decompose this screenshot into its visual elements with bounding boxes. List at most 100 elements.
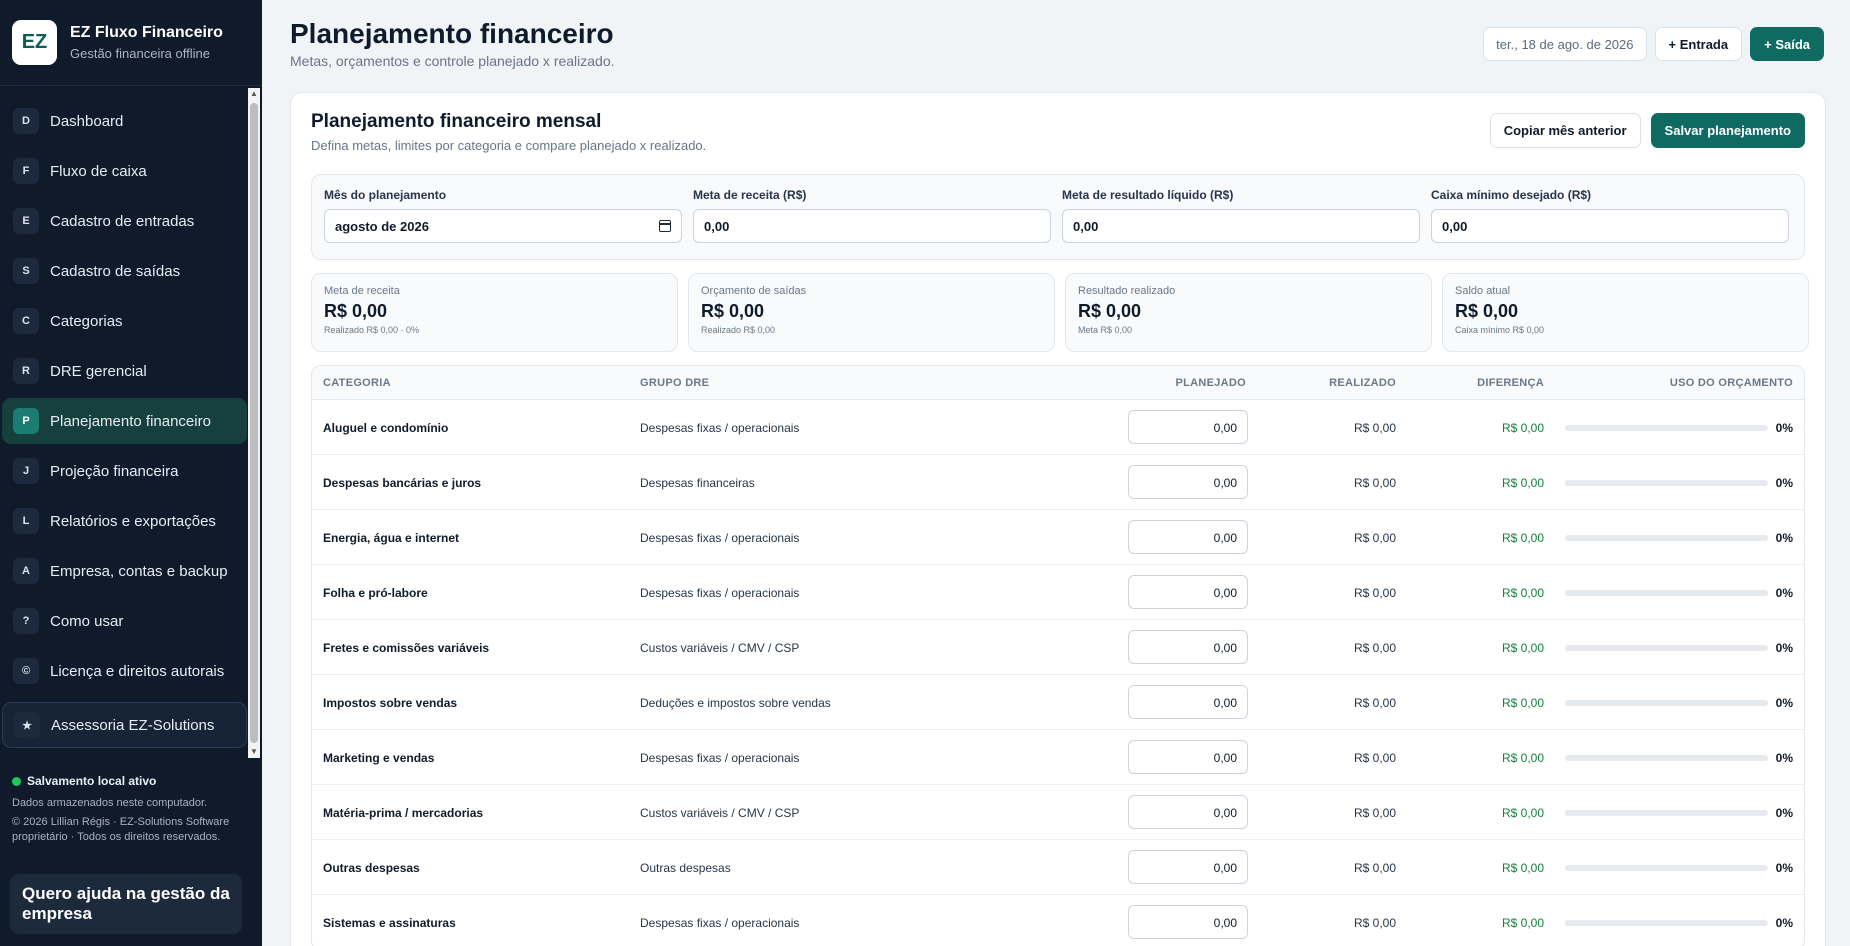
month-input[interactable]: agosto de 2026	[324, 209, 682, 243]
table-row: Folha e pró-labore Despesas fixas / opera…	[312, 565, 1804, 620]
planned-input[interactable]: 0,00	[1128, 630, 1248, 664]
sidebar-item-empresa-contas-e-backup[interactable]: A Empresa, contas e backup	[2, 548, 247, 594]
header-planned: PLANEJADO	[1175, 377, 1246, 389]
brand: EZ EZ Fluxo Financeiro Gestão financeira…	[0, 0, 262, 86]
sidebar-item-planejamento-financeiro[interactable]: P Planejamento financeiro	[2, 398, 247, 444]
sidebar-item-licenca-e-direitos-autorais[interactable]: © Licença e direitos autorais	[2, 648, 247, 694]
row-difference: R$ 0,00	[1501, 861, 1544, 875]
table-row: Marketing e vendas Despesas fixas / opera…	[312, 730, 1804, 785]
row-category: Folha e pró-labore	[323, 586, 428, 600]
row-difference: R$ 0,00	[1501, 641, 1544, 655]
header-group: GRUPO DRE	[640, 377, 710, 389]
scrollbar-thumb[interactable]	[250, 103, 258, 743]
sidebar-item-dre-gerencial[interactable]: R DRE gerencial	[2, 348, 247, 394]
budget-usage-bar	[1565, 920, 1768, 926]
sidebar-item-label: Fluxo de caixa	[50, 162, 147, 180]
sidebar-item-label: Relatórios e exportações	[50, 512, 216, 530]
sidebar-item-dashboard[interactable]: D Dashboard	[2, 98, 247, 144]
nav-badge-icon: R	[13, 358, 39, 384]
sidebar-item-categorias[interactable]: C Categorias	[2, 298, 247, 344]
card-title: Planejamento financeiro mensal	[311, 111, 602, 132]
table-row: Sistemas e assinaturas Despesas fixas / o…	[312, 895, 1804, 946]
row-group: Despesas fixas / operacionais	[640, 751, 800, 765]
sidebar-item-label: Dashboard	[50, 112, 124, 130]
row-realized: R$ 0,00	[1353, 916, 1396, 930]
sidebar-item-cadastro-de-entradas[interactable]: E Cadastro de entradas	[2, 198, 247, 244]
planned-input[interactable]: 0,00	[1128, 795, 1248, 829]
budget-usage-bar	[1565, 590, 1768, 596]
sidebar-item-como-usar[interactable]: ? Como usar	[2, 598, 247, 644]
row-usage-percent: 0%	[1775, 806, 1793, 820]
row-realized: R$ 0,00	[1353, 806, 1396, 820]
row-realized: R$ 0,00	[1353, 641, 1396, 655]
planned-input[interactable]: 0,00	[1128, 575, 1248, 609]
planned-input[interactable]: 0,00	[1128, 740, 1248, 774]
sidebar-item-label: Como usar	[50, 612, 124, 630]
add-saida-button[interactable]: + Saída	[1750, 27, 1824, 61]
net-result-goal-input[interactable]: 0,00	[1062, 209, 1420, 243]
table-row: Matéria-prima / mercadorias Custos variáv…	[312, 785, 1804, 840]
row-group: Despesas financeiras	[640, 476, 755, 490]
planned-input[interactable]: 0,00	[1128, 410, 1248, 444]
table-row: Despesas bancárias e juros Despesas finan…	[312, 455, 1804, 510]
row-usage-percent: 0%	[1775, 641, 1793, 655]
budget-usage-bar	[1565, 425, 1768, 431]
month-value: agosto de 2026	[335, 218, 429, 234]
row-category: Despesas bancárias e juros	[323, 476, 482, 490]
min-cash-input[interactable]: 0,00	[1431, 209, 1789, 243]
sidebar-item-fluxo-de-caixa[interactable]: F Fluxo de caixa	[2, 148, 247, 194]
sidebar-nav: D Dashboard F Fluxo de caixa E Cadastro de en…	[2, 98, 247, 752]
sidebar-item-cadastro-de-saidas[interactable]: S Cadastro de saídas	[2, 248, 247, 294]
sidebar-item-assessoria-ez-solutions[interactable]: ★ Assessoria EZ-Solutions	[2, 702, 247, 748]
sidebar-item-label: Licença e direitos autorais	[50, 662, 225, 680]
row-group: Despesas fixas / operacionais	[640, 421, 800, 435]
kpi-note: Realizado R$ 0,00	[701, 325, 776, 335]
row-difference: R$ 0,00	[1501, 806, 1544, 820]
add-entrada-button[interactable]: + Entrada	[1654, 27, 1743, 61]
row-category: Fretes e comissões variáveis	[323, 641, 490, 655]
copy-previous-month-button[interactable]: Copiar mês anterior	[1489, 113, 1641, 148]
scroll-up-icon[interactable]: ▲	[248, 88, 260, 100]
revenue-goal-input[interactable]: 0,00	[693, 209, 1051, 243]
nav-badge-icon: F	[13, 158, 39, 184]
row-realized: R$ 0,00	[1353, 476, 1396, 490]
planned-input[interactable]: 0,00	[1128, 465, 1248, 499]
planned-input[interactable]: 0,00	[1128, 520, 1248, 554]
planned-input[interactable]: 0,00	[1128, 685, 1248, 719]
header-category: CATEGORIA	[323, 377, 391, 389]
row-difference: R$ 0,00	[1501, 531, 1544, 545]
sidebar-scrollbar[interactable]: ▲ ▼	[248, 88, 260, 758]
row-group: Despesas fixas / operacionais	[640, 586, 800, 600]
sidebar-item-relatorios-e-exportacoes[interactable]: L Relatórios e exportações	[2, 498, 247, 544]
row-usage-percent: 0%	[1775, 861, 1793, 875]
help-cta-button[interactable]: Quero ajuda na gestão da empresa	[10, 874, 242, 934]
row-group: Custos variáveis / CMV / CSP	[640, 806, 800, 820]
calendar-icon[interactable]	[659, 220, 671, 232]
sidebar-item-projecao-financeira[interactable]: J Projeção financeira	[2, 448, 247, 494]
budget-usage-bar	[1565, 810, 1768, 816]
row-category: Impostos sobre vendas	[323, 696, 458, 710]
header-budget-usage: USO DO ORÇAMENTO	[1669, 377, 1793, 389]
row-group: Outras despesas	[640, 861, 731, 875]
row-usage-percent: 0%	[1775, 916, 1793, 930]
planned-input[interactable]: 0,00	[1128, 850, 1248, 884]
row-usage-percent: 0%	[1775, 751, 1793, 765]
row-group: Deduções e impostos sobre vendas	[640, 696, 831, 710]
sidebar-item-label: Assessoria EZ-Solutions	[51, 716, 215, 734]
kpi-note: Meta R$ 0,00	[1078, 325, 1133, 335]
nav-badge-icon: ©	[13, 658, 39, 684]
nav-badge-icon: A	[13, 558, 39, 584]
row-difference: R$ 0,00	[1501, 696, 1544, 710]
save-planning-button[interactable]: Salvar planejamento	[1650, 113, 1805, 148]
status-dot-icon	[12, 776, 21, 786]
row-category: Matéria-prima / mercadorias	[323, 806, 484, 820]
planned-input[interactable]: 0,00	[1128, 905, 1248, 939]
kpi-value: R$ 0,00	[324, 301, 388, 321]
budget-table: CATEGORIA GRUPO DRE PLANEJADO REALIZADO …	[311, 365, 1805, 946]
kpi-label: Saldo atual	[1455, 285, 1511, 297]
sidebar-item-label: Planejamento financeiro	[50, 412, 211, 430]
budget-usage-bar	[1565, 645, 1768, 651]
scroll-down-icon[interactable]: ▼	[248, 746, 260, 758]
kpi-label: Orçamento de saídas	[701, 285, 807, 297]
net-result-goal-field: Meta de resultado líquido (R$) 0,00	[1062, 188, 1420, 243]
